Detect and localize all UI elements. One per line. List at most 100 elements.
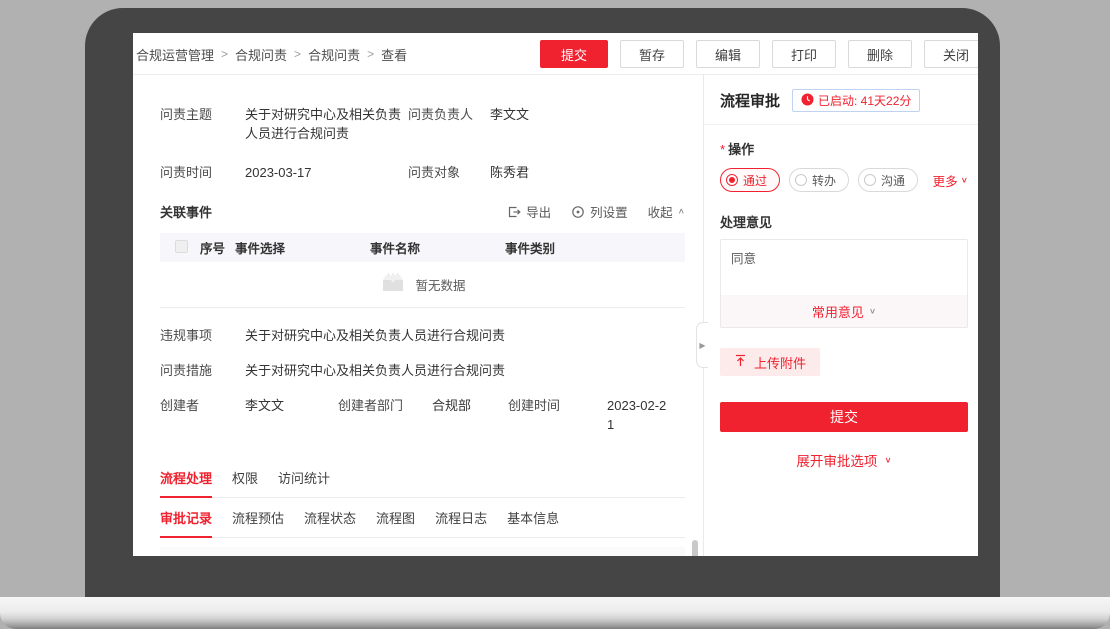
export-button[interactable]: 导出: [507, 202, 551, 221]
tab-visit-stats[interactable]: 访问统计: [278, 468, 330, 498]
form-row: 违规事项 关于对研究中心及相关负责人员进行合规问责: [160, 326, 685, 345]
detail-panel: 问责主题 关于对研究中心及相关负责人员进行合规问责 问责负责人 李文文 问责时间…: [133, 75, 703, 556]
select-all-checkbox[interactable]: [175, 240, 188, 253]
column-header: 节点名称: [307, 554, 367, 557]
laptop-bezel: 合规运营管理 > 合规问责 > 合规问责 > 查看 提交 暂存 编辑 打印 删除…: [85, 8, 1000, 597]
radio-transfer[interactable]: 转办: [789, 168, 849, 192]
chevron-up-icon: ∧: [678, 207, 685, 216]
radio-pass[interactable]: 通过: [720, 168, 780, 192]
more-label: 更多: [933, 171, 958, 190]
action-options: 通过 转办 沟通 更多 ∨: [720, 168, 968, 192]
tab-permissions[interactable]: 权限: [232, 468, 258, 498]
comment-input[interactable]: 同意: [721, 240, 967, 295]
tab-process-estimate[interactable]: 流程预估: [232, 508, 284, 538]
column-header: 耗时: [540, 554, 593, 557]
creator-dept-value: 合规部: [432, 396, 508, 415]
chevron-down-icon: ∨: [884, 456, 891, 465]
status-badge: 已启动: 41天22分: [792, 89, 920, 112]
empty-box-icon: [379, 272, 407, 297]
export-icon: [507, 205, 521, 219]
tab-process-handling[interactable]: 流程处理: [160, 468, 212, 498]
panel-submit-button[interactable]: 提交: [720, 402, 968, 432]
action-label-row: *操作: [720, 139, 968, 158]
timer-icon: [801, 93, 814, 109]
delete-button[interactable]: 删除: [848, 40, 912, 68]
draft-button[interactable]: 暂存: [620, 40, 684, 68]
radio-communicate[interactable]: 沟通: [858, 168, 918, 192]
chevron-down-icon: ∨: [961, 176, 968, 185]
form-row: 创建者 李文文 创建者部门 合规部 创建时间 2023-02-21: [160, 396, 685, 434]
tab-approval-records[interactable]: 审批记录: [160, 508, 212, 538]
column-header: 处理意见: [483, 554, 540, 557]
breadcrumb-item[interactable]: 合规问责: [308, 45, 360, 64]
column-header: 序号: [200, 238, 235, 257]
comment-box: 同意 常用意见 ∨: [720, 239, 968, 328]
submit-button[interactable]: 提交: [540, 40, 608, 68]
owner-label: 问责负责人: [408, 105, 490, 124]
radio-communicate-label: 沟通: [881, 172, 905, 189]
scrollbar-thumb[interactable]: [692, 540, 698, 556]
measure-label: 问责措施: [160, 361, 245, 380]
breadcrumb-item[interactable]: 合规问责: [235, 45, 287, 64]
tab-process-diagram[interactable]: 流程图: [376, 508, 415, 538]
action-label: 操作: [728, 142, 754, 157]
column-header: 时间: [160, 554, 245, 557]
tab-basic-info[interactable]: 基本信息: [507, 508, 559, 538]
subject-label: 问责主题: [160, 105, 245, 124]
print-button[interactable]: 打印: [772, 40, 836, 68]
arrow-right-icon: ▶: [699, 341, 705, 350]
column-header: 事件名称: [370, 238, 505, 257]
export-label: 导出: [526, 202, 551, 221]
column-settings-button[interactable]: 列设置: [571, 202, 628, 221]
common-comments-button[interactable]: 常用意见 ∨: [721, 295, 967, 327]
more-options-link[interactable]: 更多 ∨: [933, 171, 968, 190]
radio-pass-label: 通过: [743, 172, 767, 189]
form-row: 问责措施 关于对研究中心及相关负责人员进行合规问责: [160, 361, 685, 380]
primary-tabs: 流程处理 权限 访问统计: [160, 468, 685, 498]
upload-label: 上传附件: [754, 353, 806, 372]
form-row: 问责时间 2023-03-17 问责对象 陈秀君: [160, 163, 685, 182]
time-label: 问责时间: [160, 163, 245, 182]
status-badge-text: 已启动: 41天22分: [818, 92, 911, 109]
breadcrumb-separator: >: [294, 47, 301, 61]
tab-process-log[interactable]: 流程日志: [435, 508, 487, 538]
close-button[interactable]: 关闭: [924, 40, 978, 68]
related-events-header: 关联事件 导出: [160, 202, 685, 221]
column-header: 操作者: [367, 554, 427, 557]
target-value: 陈秀君: [490, 163, 529, 182]
breadcrumb-item-current: 查看: [381, 45, 407, 64]
approval-panel: 流程审批 已启动: 41天22分 *操作: [703, 75, 978, 556]
violation-value: 关于对研究中心及相关负责人员进行合规问责: [245, 326, 505, 345]
breadcrumb-separator: >: [367, 47, 374, 61]
column-settings-label: 列设置: [590, 202, 628, 221]
secondary-tabs: 审批记录 流程预估 流程状态 流程图 流程日志 基本信息: [160, 508, 685, 538]
column-header: 节点类型: [245, 554, 307, 557]
subject-value: 关于对研究中心及相关负责人员进行合规问责: [245, 105, 408, 143]
app-window: 合规运营管理 > 合规问责 > 合规问责 > 查看 提交 暂存 编辑 打印 删除…: [133, 33, 978, 556]
expand-label: 展开审批选项: [796, 450, 877, 470]
breadcrumb: 合规运营管理 > 合规问责 > 合规问责 > 查看: [136, 33, 407, 75]
radio-dot-icon: [795, 174, 807, 186]
collapse-label: 收起: [648, 202, 673, 221]
panel-collapse-handle[interactable]: ▶: [696, 322, 708, 368]
measure-value: 关于对研究中心及相关负责人员进行合规问责: [245, 361, 505, 380]
collapse-button[interactable]: 收起 ∧: [648, 202, 685, 221]
time-value: 2023-03-17: [245, 163, 408, 182]
events-table-header: 序号 事件选择 事件名称 事件类别: [160, 233, 685, 262]
form-row: 问责主题 关于对研究中心及相关负责人员进行合规问责 问责负责人 李文文: [160, 105, 685, 143]
upload-icon: [734, 354, 747, 370]
violation-label: 违规事项: [160, 326, 245, 345]
upload-attachment-button[interactable]: 上传附件: [720, 348, 820, 376]
checkbox-cell: [160, 240, 200, 256]
header-actions: 提交 暂存 编辑 打印 删除 关闭: [540, 40, 978, 68]
breadcrumb-separator: >: [221, 47, 228, 61]
tab-process-status[interactable]: 流程状态: [304, 508, 356, 538]
radio-dot-icon: [864, 174, 876, 186]
approval-panel-title: 流程审批: [720, 90, 780, 111]
edit-button[interactable]: 编辑: [696, 40, 760, 68]
breadcrumb-item[interactable]: 合规运营管理: [136, 45, 214, 64]
expand-approval-options-link[interactable]: 展开审批选项 ∨: [720, 450, 968, 470]
chevron-down-icon: ∨: [869, 307, 876, 316]
required-marker: *: [720, 142, 725, 157]
created-time-label: 创建时间: [508, 396, 607, 415]
